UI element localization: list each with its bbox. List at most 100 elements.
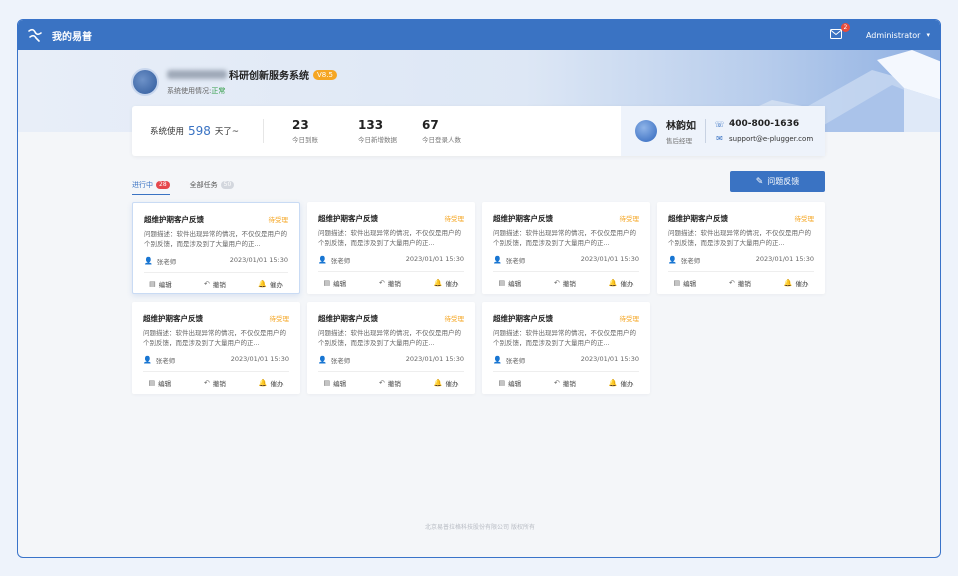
contact-card: 林韵如 售后经理 ☏ 400-800-1636 ✉ support@e-plug… (621, 106, 825, 156)
mail-icon[interactable]: 2 (829, 23, 850, 41)
card-person: 张老师 (505, 257, 526, 265)
card-title: 超维护期客户反馈 (144, 215, 204, 224)
edit-button[interactable]: ▤ 编辑 (498, 278, 521, 288)
task-card[interactable]: 超维护期客户反馈 待受理 问题描述：软件出现异常的情况，不仅仅是用户的个别反馈，… (132, 202, 300, 294)
task-card[interactable]: 超维护期客户反馈 待受理 问题描述：软件出现异常的情况，不仅仅是用户的个别反馈，… (307, 302, 475, 394)
usage-stat: 系统使用 598 天了~ (132, 119, 264, 143)
user-menu[interactable]: Administrator (866, 31, 921, 40)
bell-icon: 🔔 (433, 279, 443, 287)
phone-icon: ☏ (714, 119, 725, 129)
revoke-button[interactable]: ↶ 撤销 (729, 278, 751, 288)
edit-icon: ▤ (498, 379, 506, 387)
redacted-name (167, 70, 227, 79)
system-name: 科研创新服务系统 (229, 71, 309, 82)
card-date: 2023/01/01 15:30 (230, 355, 289, 363)
stat-today-logins: 67 今日登录人数 (422, 118, 461, 144)
tab-count: 28 (156, 181, 170, 189)
status-badge: 待受理 (619, 215, 640, 223)
top-bar: 我的易普 2 Administrator ▾ (18, 20, 940, 50)
status-badge: 待受理 (268, 216, 289, 224)
app-title: 我的易普 (52, 31, 92, 43)
revoke-button[interactable]: ↶ 撤销 (204, 279, 226, 289)
edit-button[interactable]: ▤ 编辑 (673, 278, 696, 288)
usage-days: 598 (188, 124, 211, 138)
urge-button[interactable]: 🔔 催办 (434, 278, 459, 288)
revoke-button[interactable]: ↶ 撤销 (554, 378, 576, 388)
urge-button[interactable]: 🔔 催办 (434, 378, 459, 388)
undo-icon: ↶ (729, 279, 735, 287)
undo-icon: ↶ (204, 379, 210, 387)
card-person: 张老师 (156, 258, 177, 266)
bell-icon: 🔔 (608, 279, 618, 287)
card-date: 2023/01/01 15:30 (755, 255, 814, 263)
edit-button[interactable]: ▤ 编辑 (148, 378, 171, 388)
status-badge: 待受理 (444, 315, 465, 323)
revoke-button[interactable]: ↶ 撤销 (554, 278, 576, 288)
urge-button[interactable]: 🔔 催办 (258, 279, 283, 289)
undo-icon: ↶ (379, 379, 385, 387)
edit-button[interactable]: ▤ 编辑 (323, 378, 346, 388)
edit-button[interactable]: ▤ 编辑 (498, 378, 521, 388)
bell-icon: 🔔 (783, 279, 793, 287)
edit-icon: ▤ (148, 379, 156, 387)
status-badge: 待受理 (794, 215, 815, 223)
edit-icon: ▤ (149, 280, 156, 288)
chevron-down-icon[interactable]: ▾ (926, 31, 930, 39)
user-icon: 👤 (318, 356, 327, 364)
task-card[interactable]: 超维护期客户反馈 待受理 问题描述：软件出现异常的情况，不仅仅是用户的个别反馈，… (132, 302, 300, 394)
card-person: 张老师 (680, 257, 701, 265)
task-card[interactable]: 超维护期客户反馈 待受理 问题描述：软件出现异常的情况，不仅仅是用户的个别反馈，… (657, 202, 825, 294)
email-icon: ✉ (716, 134, 723, 143)
user-icon: 👤 (668, 256, 677, 264)
tab-in-progress[interactable]: 进行中 28 (132, 178, 170, 195)
revoke-button[interactable]: ↶ 撤销 (379, 378, 401, 388)
task-card[interactable]: 超维护期客户反馈 待受理 问题描述：软件出现异常的情况，不仅仅是用户的个别反馈，… (307, 202, 475, 294)
bell-icon: 🔔 (258, 280, 267, 288)
user-icon: 👤 (143, 356, 152, 364)
user-icon: 👤 (493, 356, 502, 364)
user-icon: 👤 (493, 256, 502, 264)
revoke-button[interactable]: ↶ 撤销 (379, 278, 401, 288)
contact-role: 售后经理 (666, 137, 692, 145)
edit-button[interactable]: ▤ 编辑 (323, 278, 346, 288)
urge-button[interactable]: 🔔 催办 (609, 278, 634, 288)
card-date: 2023/01/01 15:30 (580, 355, 639, 363)
tab-count: 50 (220, 181, 235, 189)
undo-icon: ↶ (554, 379, 560, 387)
edit-icon: ▤ (323, 279, 331, 287)
user-icon: 👤 (144, 257, 153, 265)
card-person: 张老师 (330, 257, 351, 265)
avatar (635, 120, 657, 142)
card-description: 问题描述：软件出现异常的情况，不仅仅是用户的个别反馈，而是涉及到了大量用户的正.… (668, 229, 811, 247)
urge-button[interactable]: 🔔 催办 (784, 278, 809, 288)
contact-name: 林韵如 (666, 121, 696, 132)
card-date: 2023/01/01 15:30 (405, 355, 464, 363)
mail-badge: 2 (840, 23, 850, 32)
edit-button[interactable]: ▤ 编辑 (149, 279, 172, 289)
edit-icon: ▤ (498, 279, 506, 287)
task-card[interactable]: 超维护期客户反馈 待受理 问题描述：软件出现异常的情况，不仅仅是用户的个别反馈，… (482, 202, 650, 294)
task-tabs: 进行中 28 全部任务 50 (132, 178, 254, 195)
university-logo (131, 67, 159, 96)
card-title: 超维护期客户反馈 (318, 314, 378, 323)
undo-icon: ↶ (204, 280, 210, 288)
card-description: 问题描述：软件出现异常的情况，不仅仅是用户的个别反馈，而是涉及到了大量用户的正.… (493, 329, 636, 347)
system-header: 科研创新服务系统 V8.5 系统使用情况:正常 (131, 67, 337, 96)
task-card[interactable]: 超维护期客户反馈 待受理 问题描述：软件出现异常的情况，不仅仅是用户的个别反馈，… (482, 302, 650, 394)
bell-icon: 🔔 (258, 379, 268, 387)
card-title: 超维护期客户反馈 (668, 214, 728, 223)
stats-panel: 系统使用 598 天了~ 23 今日到账 133 今日新增数据 67 今日登录人… (132, 106, 825, 156)
bell-icon: 🔔 (608, 379, 618, 387)
card-person: 张老师 (155, 357, 176, 365)
contact-phone: ☏ 400-800-1636 (714, 119, 800, 129)
urge-button[interactable]: 🔔 催办 (609, 378, 634, 388)
urge-button[interactable]: 🔔 催办 (259, 378, 284, 388)
feedback-button[interactable]: ✎ 问题反馈 (730, 171, 825, 192)
tab-all-tasks[interactable]: 全部任务 50 (190, 178, 235, 192)
card-title: 超维护期客户反馈 (143, 314, 203, 323)
card-person: 张老师 (505, 357, 526, 365)
revoke-button[interactable]: ↶ 撤销 (204, 378, 226, 388)
card-date: 2023/01/01 15:30 (580, 255, 639, 263)
edit-icon: ✎ (755, 176, 764, 187)
status-badge: 待受理 (444, 215, 465, 223)
